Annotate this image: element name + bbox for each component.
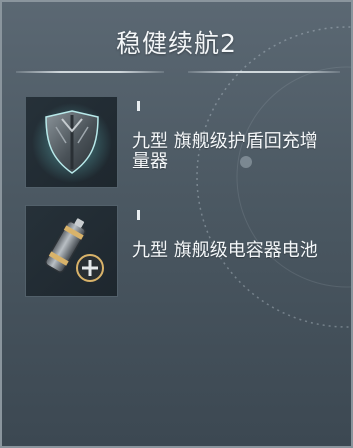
item-tier-marker — [137, 210, 140, 220]
shield-icon — [32, 103, 112, 183]
capacitor-battery-icon — [45, 218, 104, 282]
panel-title: 稳健续航2 — [116, 29, 237, 58]
item-icon-frame — [25, 205, 118, 297]
item-tier-marker — [137, 101, 140, 111]
title-divider-left — [16, 71, 164, 73]
title-divider-right — [188, 71, 340, 73]
reward-item-capacitor-battery[interactable]: 九型 旗舰级电容器电池 — [25, 205, 325, 297]
item-name: 九型 旗舰级护盾回充增量器 — [132, 131, 318, 172]
item-icon-frame — [25, 96, 118, 188]
reward-item-shield-recharger[interactable]: 九型 旗舰级护盾回充增量器 — [25, 96, 325, 188]
reward-panel: 稳健续航2 九型 旗舰级护盾回充增量器 九型 旗舰级电容器电池 — [0, 0, 353, 448]
item-name: 九型 旗舰级电容器电池 — [132, 240, 318, 261]
